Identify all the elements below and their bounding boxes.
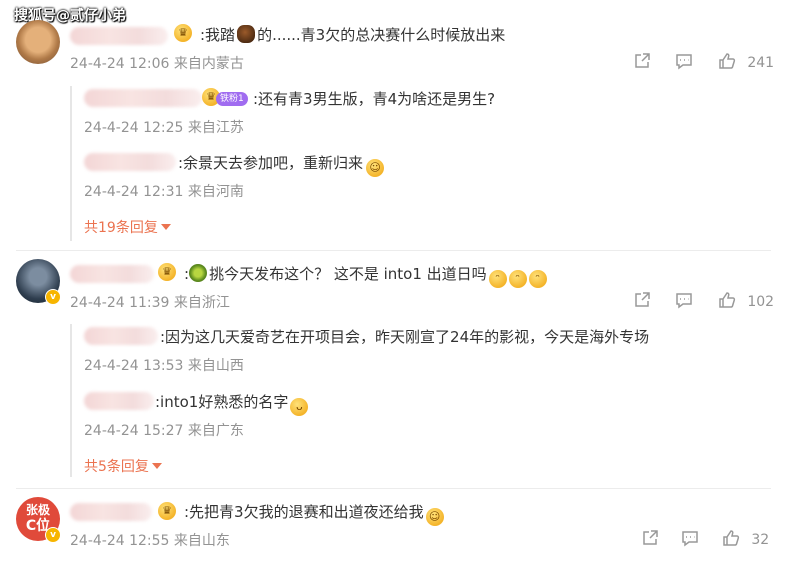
- reply-meta: 24-4-24 12:31 来自河南: [84, 184, 244, 200]
- reply-text: :还有青3男生版，青4为啥还是男生?: [253, 90, 496, 108]
- like-icon[interactable]: [717, 53, 737, 71]
- comment-text: :我踏 的......青3欠的总决赛什么时候放出来: [200, 25, 506, 44]
- cat-emoji-icon: ᵔ: [508, 270, 527, 288]
- avatar-text: 张极: [25, 503, 50, 517]
- caret-down-icon: [151, 463, 162, 469]
- comment-meta: 24-4-24 12:06 来自内蒙古: [70, 56, 244, 72]
- reply-quote-line: [70, 324, 72, 477]
- horse-emoji-icon: [237, 25, 256, 43]
- fans-badge: 铁粉1: [216, 92, 248, 106]
- more-replies-link[interactable]: 共5条回复: [84, 456, 162, 476]
- laugh-cry-emoji-icon: ᴗ: [290, 398, 309, 416]
- like-icon[interactable]: [721, 530, 741, 548]
- share-icon[interactable]: [632, 53, 652, 71]
- reply-meta: 24-4-24 15:27 来自广东: [84, 423, 244, 439]
- blurred-username[interactable]: [84, 153, 176, 171]
- reply-quote-line: [70, 86, 72, 241]
- like-count: 102: [747, 294, 775, 310]
- avatar[interactable]: [16, 20, 60, 64]
- blurred-username[interactable]: [70, 265, 154, 283]
- crown-emoji-icon: ♛: [174, 24, 192, 42]
- blurred-username[interactable]: [70, 503, 152, 521]
- divider: [16, 488, 771, 489]
- blurred-username[interactable]: [84, 327, 158, 345]
- comment-meta: 24-4-24 11:39 来自浙江: [70, 295, 230, 311]
- reply-text: :into1好熟悉的名字 ᴗ: [155, 391, 309, 416]
- crown-emoji-icon: ♛: [158, 263, 176, 281]
- smile-emoji-icon: ☺: [425, 508, 444, 526]
- like-icon[interactable]: [717, 292, 737, 310]
- divider: [16, 250, 771, 251]
- cat-emoji-icon: ᵔ: [528, 270, 547, 288]
- like-count: 241: [747, 55, 775, 71]
- smile-emoji-icon: ☺: [366, 159, 385, 177]
- comment-actions: 102: [632, 290, 774, 310]
- blurred-username[interactable]: [70, 27, 168, 45]
- cat-emoji-icon: ᵔ: [488, 270, 507, 288]
- blurred-username[interactable]: [84, 392, 154, 410]
- comment-meta: 24-4-24 12:55 来自山东: [70, 533, 230, 549]
- verified-badge-icon: v: [45, 527, 61, 543]
- comment-text: :先把青3欠我的退赛和出道夜还给我 ☺: [184, 501, 444, 526]
- comment-icon[interactable]: [680, 531, 700, 548]
- share-icon[interactable]: [632, 292, 652, 310]
- more-replies-link[interactable]: 共19条回复: [84, 217, 171, 237]
- reply-text: :余景天去参加吧，重新归来 ☺: [178, 152, 385, 177]
- comment-icon[interactable]: [674, 293, 694, 310]
- comment-actions: 241: [632, 51, 774, 71]
- verified-badge-icon: v: [45, 289, 61, 305]
- reply-text: :因为这几天爱奇艺在开项目会，昨天刚宣了24年的影视，今天是海外专场: [160, 328, 650, 346]
- comment-icon[interactable]: [674, 54, 694, 71]
- caret-down-icon: [160, 224, 171, 230]
- comment-text: : 挑今天发布这个？ 这不是 into1 出道日吗 ᵔ ᵔ ᵔ: [184, 263, 547, 288]
- comment-actions: 32: [640, 528, 769, 548]
- reply-meta: 24-4-24 12:25 来自江苏: [84, 120, 244, 136]
- share-icon[interactable]: [640, 530, 660, 548]
- blurred-username[interactable]: [84, 89, 202, 107]
- reply-meta: 24-4-24 13:53 来自山西: [84, 358, 244, 374]
- kiwi-emoji-icon: [189, 264, 208, 282]
- crown-emoji-icon: ♛: [158, 502, 176, 520]
- like-count: 32: [751, 532, 770, 548]
